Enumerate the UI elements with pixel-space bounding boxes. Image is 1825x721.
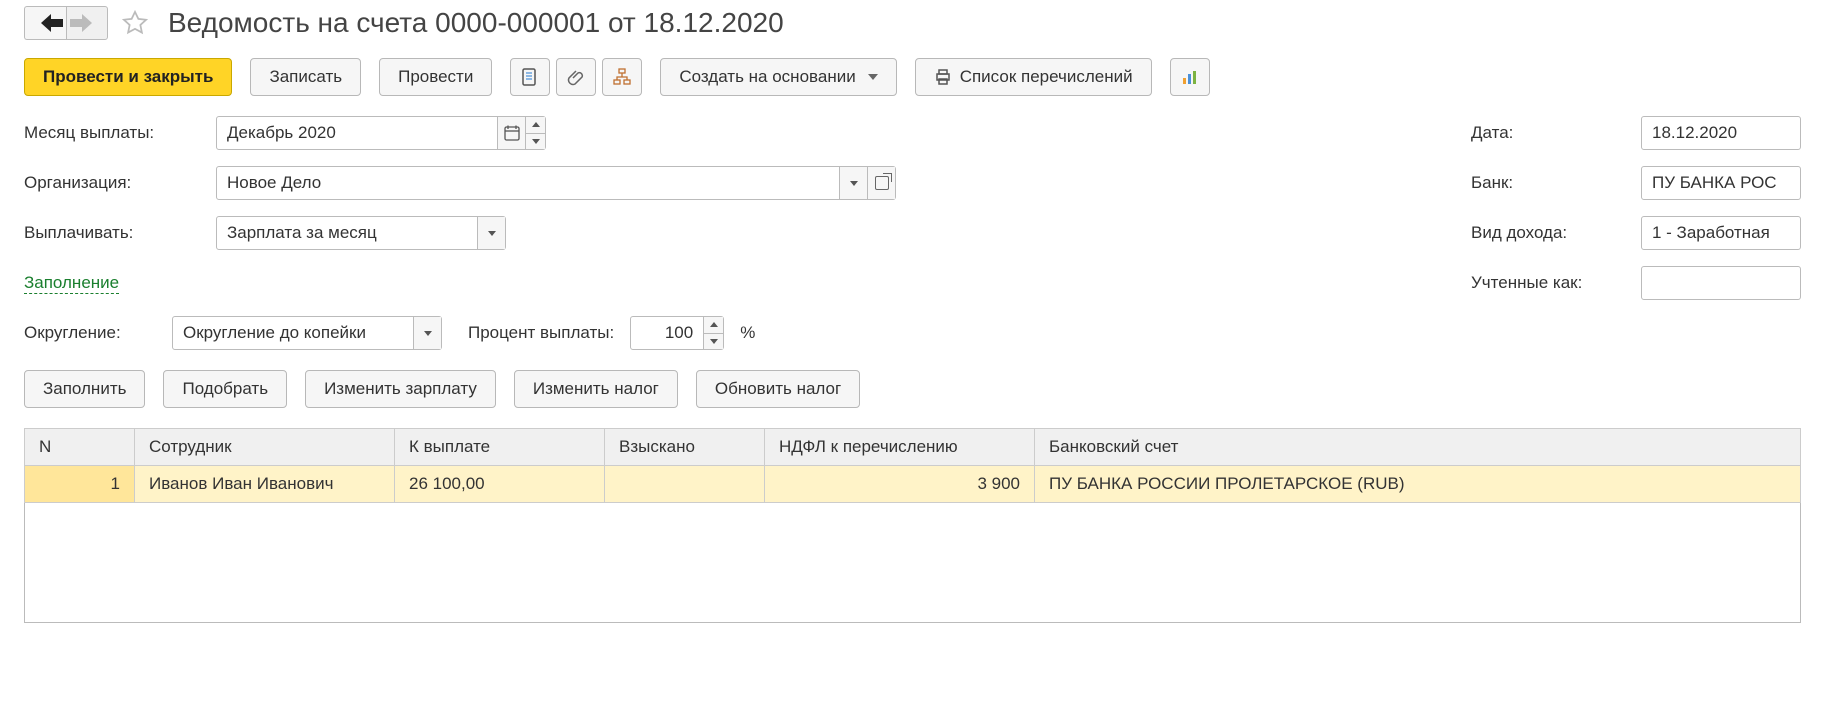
col-to-pay: К выплате: [395, 429, 605, 466]
date-label: Дата:: [1471, 123, 1621, 143]
percent-up-button[interactable]: [704, 317, 723, 334]
transfer-list-label: Список перечислений: [960, 67, 1133, 87]
print-icon: [934, 68, 952, 86]
rounding-dropdown-button[interactable]: [413, 317, 441, 349]
table-empty-area[interactable]: [24, 503, 1801, 623]
chart-button[interactable]: [1170, 58, 1210, 96]
pay-value: Зарплата за месяц: [217, 217, 477, 249]
structure-button[interactable]: [602, 58, 642, 96]
post-and-close-button[interactable]: Провести и закрыть: [24, 58, 232, 96]
pay-label: Выплачивать:: [24, 223, 196, 243]
create-based-button[interactable]: Создать на основании: [660, 58, 896, 96]
org-dropdown-button[interactable]: [839, 167, 867, 199]
page-title: Ведомость на счета 0000-000001 от 18.12.…: [168, 7, 784, 39]
date-input[interactable]: 18.12.2020: [1641, 116, 1801, 150]
rounding-label: Округление:: [24, 323, 156, 343]
table-row[interactable]: 1 Иванов Иван Иванович 26 100,00 3 900 П…: [25, 466, 1801, 503]
bank-label: Банк:: [1471, 173, 1621, 193]
cell-withheld: [605, 466, 765, 503]
fill-button[interactable]: Заполнить: [24, 370, 145, 408]
org-value: Новое Дело: [217, 167, 839, 199]
date-value: 18.12.2020: [1642, 117, 1800, 149]
arrow-left-icon: [41, 14, 51, 32]
month-value: Декабрь 2020: [217, 117, 497, 149]
triangle-down-icon: [424, 331, 432, 336]
triangle-down-icon: [710, 339, 718, 344]
cell-to-pay: 26 100,00: [395, 466, 605, 503]
nav-arrows: [24, 6, 108, 40]
tree-icon: [613, 68, 631, 86]
post-button[interactable]: Провести: [379, 58, 492, 96]
document-icon: [521, 68, 539, 86]
triangle-up-icon: [532, 122, 540, 127]
cell-employee: Иванов Иван Иванович: [135, 466, 395, 503]
favorite-button[interactable]: [118, 6, 152, 40]
open-icon: [875, 176, 889, 190]
col-withheld: Взыскано: [605, 429, 765, 466]
calendar-button[interactable]: [497, 117, 525, 149]
bank-value: ПУ БАНКА РОС: [1642, 167, 1800, 199]
bank-input[interactable]: ПУ БАНКА РОС: [1641, 166, 1801, 200]
refresh-tax-button[interactable]: Обновить налог: [696, 370, 860, 408]
recorded-as-input[interactable]: [1641, 266, 1801, 300]
month-up-button[interactable]: [526, 117, 545, 134]
col-employee: Сотрудник: [135, 429, 395, 466]
col-bank-account: Банковский счет: [1035, 429, 1801, 466]
save-button[interactable]: Записать: [250, 58, 361, 96]
pick-button[interactable]: Подобрать: [163, 370, 287, 408]
star-icon: [121, 9, 149, 37]
paperclip-icon: [567, 68, 585, 86]
edit-tax-button[interactable]: Изменить налог: [514, 370, 678, 408]
col-tax: НДФЛ к перечислению: [765, 429, 1035, 466]
attach-button[interactable]: [556, 58, 596, 96]
rounding-value: Округление до копейки: [173, 317, 413, 349]
month-label: Месяц выплаты:: [24, 123, 196, 143]
triangle-down-icon: [532, 139, 540, 144]
triangle-down-icon: [850, 181, 858, 186]
recorded-as-value: [1642, 267, 1800, 299]
chevron-down-icon: [868, 74, 878, 80]
pay-input[interactable]: Зарплата за месяц: [216, 216, 506, 250]
org-input[interactable]: Новое Дело: [216, 166, 896, 200]
org-label: Организация:: [24, 173, 196, 193]
create-based-label: Создать на основании: [679, 67, 855, 87]
rounding-input[interactable]: Округление до копейки: [172, 316, 442, 350]
chart-icon: [1181, 68, 1199, 86]
pay-percent-value: 100: [631, 317, 703, 349]
col-n: N: [25, 429, 135, 466]
back-button[interactable]: [24, 6, 66, 40]
pay-dropdown-button[interactable]: [477, 217, 505, 249]
month-input[interactable]: Декабрь 2020: [216, 116, 546, 150]
cell-bank-account: ПУ БАНКА РОССИИ ПРОЛЕТАРСКОЕ (RUB): [1035, 466, 1801, 503]
cell-tax: 3 900: [765, 466, 1035, 503]
report-button[interactable]: [510, 58, 550, 96]
income-type-label: Вид дохода:: [1471, 223, 1621, 243]
percent-down-button[interactable]: [704, 334, 723, 350]
arrow-right-icon: [82, 14, 92, 32]
income-type-input[interactable]: 1 - Заработная: [1641, 216, 1801, 250]
recorded-as-label: Учтенные как:: [1471, 273, 1621, 293]
org-open-button[interactable]: [867, 167, 895, 199]
percent-sign: %: [740, 323, 755, 343]
table-header-row: N Сотрудник К выплате Взыскано НДФЛ к пе…: [25, 429, 1801, 466]
income-type-value: 1 - Заработная: [1642, 217, 1800, 249]
forward-button[interactable]: [66, 6, 108, 40]
month-down-button[interactable]: [526, 134, 545, 150]
cell-n: 1: [25, 466, 135, 503]
pay-percent-label: Процент выплаты:: [468, 323, 614, 343]
pay-percent-input[interactable]: 100: [630, 316, 724, 350]
transfer-list-button[interactable]: Список перечислений: [915, 58, 1152, 96]
payroll-table[interactable]: N Сотрудник К выплате Взыскано НДФЛ к пе…: [24, 428, 1801, 503]
fill-link[interactable]: Заполнение: [24, 273, 119, 294]
calendar-icon: [504, 125, 520, 141]
edit-salary-button[interactable]: Изменить зарплату: [305, 370, 496, 408]
triangle-up-icon: [710, 322, 718, 327]
triangle-down-icon: [488, 231, 496, 236]
